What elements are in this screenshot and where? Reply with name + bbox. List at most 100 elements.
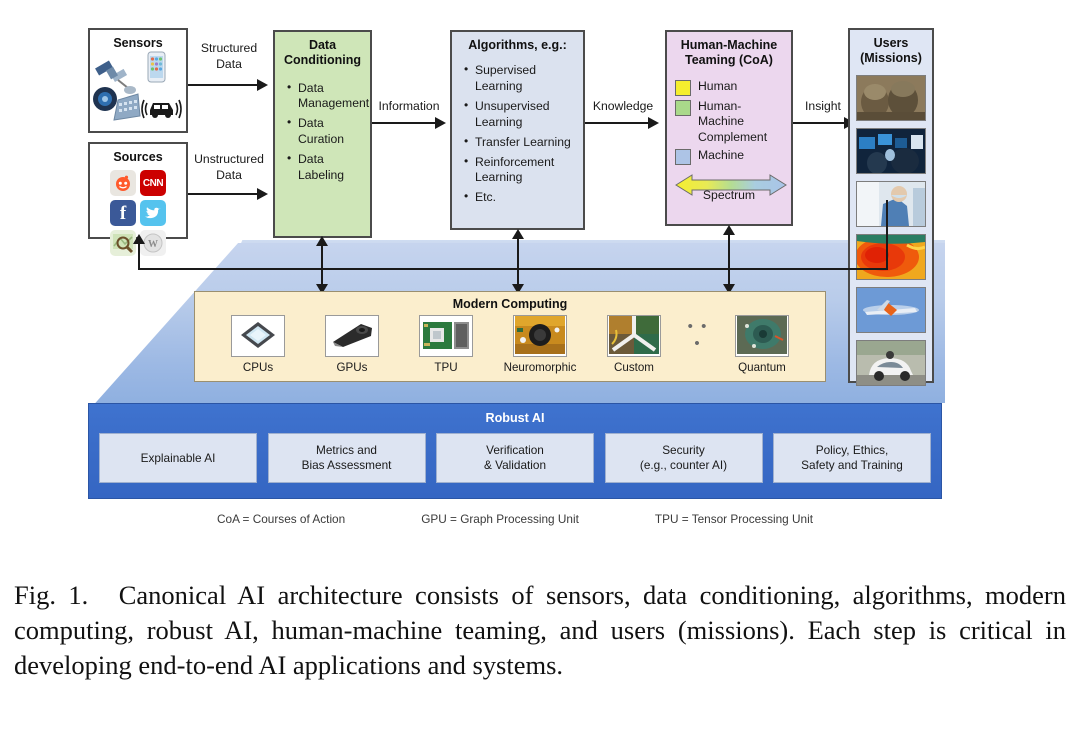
structured-data-label-line2: Data (216, 57, 242, 71)
modern-computing-item-custom: Custom (587, 315, 681, 374)
neuromorphic-chip-icon (513, 315, 567, 357)
cnn-icon: CNN (140, 170, 166, 196)
robust-ai-card-verification-validation: Verification & Validation (436, 433, 594, 483)
algorithms-title: Algorithms, e.g.: (468, 38, 567, 52)
list-item: Unsupervised Learning (464, 98, 583, 131)
modern-computing-title: Modern Computing (452, 297, 568, 311)
list-item: Data Labeling (287, 151, 370, 184)
structured-data-arrow (188, 79, 268, 91)
unstructured-data-label-line2: Data (216, 168, 242, 182)
sensors-icons (93, 51, 182, 121)
modern-computing-label: Neuromorphic (503, 361, 577, 374)
legend-item-human: Human (675, 79, 791, 96)
users-title-line2: (Missions) (860, 51, 922, 66)
reddit-icon (110, 170, 136, 196)
knowledge-arrow (585, 117, 659, 129)
robust-ai-box: Robust AI Explainable AI Metrics and Bia… (88, 403, 942, 499)
human-machine-teaming-box: Human-Machine Teaming (CoA) Human Human-… (665, 30, 793, 226)
users-missions-box: Users (Missions) (848, 28, 934, 386)
cpu-chip-icon (231, 315, 285, 357)
information-label: Information (378, 99, 440, 113)
quantum-processor-icon (735, 315, 789, 357)
medical-staff-photo (856, 180, 926, 227)
soldiers-photo (856, 74, 926, 121)
data-conditioning-list: Data Management Data Curation Data Label… (275, 80, 370, 184)
list-item: Data Management (287, 80, 370, 113)
robust-ai-title: Robust AI (485, 411, 545, 425)
users-thumbnail-list (850, 74, 932, 386)
facebook-icon: f (110, 200, 136, 226)
thermal-map-photo (856, 233, 926, 280)
modern-computing-label: GPUs (336, 361, 368, 374)
robust-ai-card-security: Security (e.g., counter AI) (604, 433, 763, 483)
feedback-line (138, 268, 888, 270)
canonical-ai-architecture-diagram: Sensors Sources CNN f W Structured Data … (0, 0, 1080, 560)
card-line: & Validation (483, 458, 547, 472)
acronym-gpu: GPU = Graph Processing Unit (421, 512, 579, 526)
custom-hardware-icon (607, 315, 661, 357)
unstructured-data-arrow (188, 188, 268, 200)
modern-computing-ellipsis: • • • (687, 318, 709, 352)
hmt-legend: Human Human-Machine Complement Machine (667, 79, 791, 166)
acronym-legend: CoA = Courses of Action GPU = Graph Proc… (88, 512, 942, 526)
list-item: Data Curation (287, 115, 370, 148)
card-line: Policy, Ethics, (815, 443, 889, 458)
card-line: Verification (486, 443, 544, 458)
card-line: Bias Assessment (301, 458, 392, 472)
modern-computing-item-tpu: TPU (399, 315, 493, 374)
list-item: Reinforcement Learning (464, 154, 583, 187)
users-title-line1: Users (873, 36, 909, 50)
gpu-card-icon (325, 315, 379, 357)
hmt-title-line2: Teaming (CoA) (685, 53, 773, 68)
sources-box: Sources CNN f W (88, 142, 188, 256)
card-line: (e.g., counter AI) (639, 458, 728, 472)
sensors-box: Sensors (88, 28, 188, 133)
algorithms-box: Algorithms, e.g.: Supervised Learning Un… (450, 30, 585, 230)
figure-caption: Fig. 1. Canonical AI architecture consis… (14, 578, 1066, 684)
spectrum-arrow-group: Spectrum (675, 174, 787, 202)
robust-ai-card-explainable-ai: Explainable AI (99, 433, 257, 483)
unstructured-data-label-line1: Unstructured (194, 152, 264, 166)
legend-item-machine: Machine (675, 148, 791, 166)
card-line: Security (662, 443, 705, 458)
data-conditioning-compute-link (316, 236, 328, 294)
modern-computing-box: Modern Computing CPUs GPUs TPU Neuromorp… (194, 291, 826, 382)
feedback-line-riser (886, 200, 888, 270)
svg-text:W: W (148, 239, 158, 250)
hmt-title-line1: Human-Machine (680, 38, 778, 52)
legend-label: Machine (698, 148, 745, 163)
figure-caption-label: Fig. 1. (14, 580, 89, 610)
feedback-arrow-to-sources (133, 234, 145, 270)
algorithms-list: Supervised Learning Unsupervised Learnin… (452, 62, 583, 206)
sensors-title: Sensors (113, 36, 163, 50)
twitter-icon (140, 200, 166, 226)
autonomous-car-photo (856, 339, 926, 386)
list-item: Transfer Learning (464, 134, 583, 151)
card-line: Safety and Training (801, 458, 903, 472)
modern-computing-item-gpus: GPUs (305, 315, 399, 374)
machine-color-swatch (675, 149, 691, 166)
robust-ai-card-metrics-bias: Metrics and Bias Assessment (267, 433, 426, 483)
data-conditioning-box: Data Conditioning Data Management Data C… (273, 30, 372, 238)
spectrum-label: Spectrum (702, 188, 756, 202)
modern-computing-label: TPU (434, 361, 458, 374)
data-conditioning-title-line1: Data (308, 38, 337, 52)
modern-computing-item-neuromorphic: Neuromorphic (493, 315, 587, 374)
modern-computing-items: CPUs GPUs TPU Neuromorphic Custom • • • … (195, 315, 825, 374)
card-line: Explainable AI (140, 450, 216, 465)
robust-ai-card-policy-ethics: Policy, Ethics, Safety and Training (773, 433, 931, 483)
modern-computing-item-cpus: CPUs (211, 315, 305, 374)
human-machine-complement-color-swatch (675, 99, 691, 116)
modern-computing-item-quantum: Quantum (715, 315, 809, 374)
structured-data-label-line1: Structured (200, 41, 258, 55)
sources-title: Sources (113, 150, 163, 164)
aircraft-photo (856, 286, 926, 333)
modern-computing-label: CPUs (242, 361, 274, 374)
card-line: Metrics and (316, 443, 377, 458)
human-color-swatch (675, 79, 691, 96)
figure-page: Sensors Sources CNN f W Structured Data … (0, 0, 1080, 736)
information-arrow (372, 117, 446, 129)
data-conditioning-title-line2: Conditioning (283, 53, 362, 68)
list-item: Supervised Learning (464, 62, 583, 95)
operations-center-photo (856, 127, 926, 174)
